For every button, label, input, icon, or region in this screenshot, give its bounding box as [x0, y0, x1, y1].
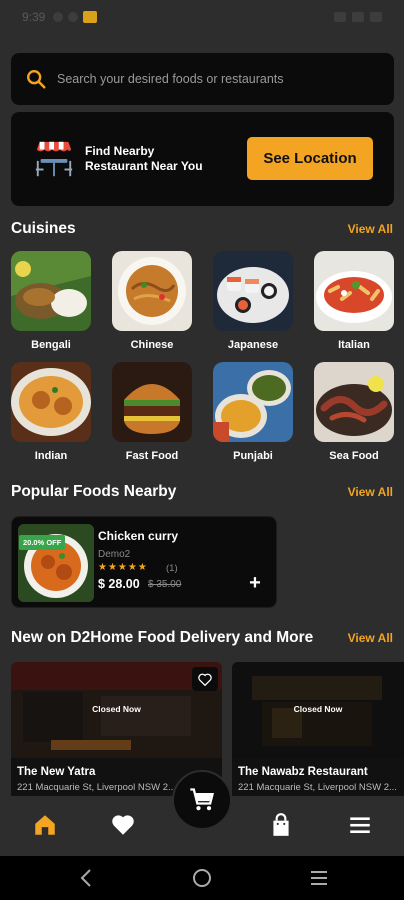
wifi-icon — [352, 12, 364, 22]
heart-icon[interactable] — [110, 812, 136, 838]
bag-icon[interactable] — [268, 812, 294, 838]
food-name: Chicken curry — [98, 529, 179, 543]
new-on-view-all-link[interactable]: View All — [348, 631, 393, 645]
restaurant-address: 221 Macquarie St, Liverpool NSW 2... — [17, 782, 176, 793]
popular-view-all-link[interactable]: View All — [348, 485, 393, 499]
notification-icon — [53, 12, 64, 22]
see-location-button[interactable]: See Location — [247, 137, 373, 180]
status-indicators — [334, 12, 382, 22]
cuisine-label: Italian — [338, 339, 370, 351]
closed-status: Closed Now — [293, 704, 343, 714]
cart-icon — [190, 788, 214, 811]
cuisine-label: Sea Food — [329, 450, 379, 462]
add-to-cart-button[interactable]: + — [244, 572, 266, 594]
cuisines-view-all-link[interactable]: View All — [348, 222, 393, 236]
food-price: $ 28.00 — [98, 577, 140, 591]
cuisine-image — [11, 251, 91, 331]
cuisine-image — [213, 362, 293, 442]
closed-status: Closed Now — [92, 704, 141, 714]
cuisine-item-sea-food[interactable]: Sea Food — [313, 362, 395, 462]
cuisine-item-italian[interactable]: Italian — [313, 251, 395, 351]
restaurant-name: The Nawabz Restaurant — [238, 766, 368, 778]
cuisines-title: Cuisines — [11, 220, 76, 237]
heart-icon — [198, 673, 212, 686]
nearby-banner-text: Find Nearby Restaurant Near You — [85, 144, 203, 173]
search-bar[interactable] — [11, 53, 394, 105]
cuisine-label: Indian — [34, 450, 68, 462]
cuisine-item-japanese[interactable]: Japanese — [212, 251, 294, 351]
cuisine-image — [112, 251, 192, 331]
restaurant-icon — [35, 141, 73, 177]
rating-count: (1) — [166, 563, 178, 574]
popular-title: Popular Foods Nearby — [11, 483, 177, 500]
cuisine-item-bengali[interactable]: Bengali — [10, 251, 92, 351]
rating-stars: ★★★★★ — [98, 562, 148, 573]
cuisine-item-fast-food[interactable]: Fast Food — [111, 362, 193, 462]
status-time: 9:39 — [22, 10, 46, 24]
cuisine-item-chinese[interactable]: Chinese — [111, 251, 193, 351]
discount-badge: 20.0% OFF — [19, 535, 66, 550]
status-notifications — [53, 11, 98, 23]
food-old-price: $ 35.00 — [148, 579, 182, 590]
restaurant-address: 221 Macquarie St, Liverpool NSW 2... — [238, 782, 397, 793]
cuisine-image — [314, 362, 394, 442]
food-restaurant: Demo2 — [98, 549, 131, 560]
new-on-title: New on D2Home Food Delivery and More — [11, 629, 314, 646]
cuisine-item-indian[interactable]: Indian — [10, 362, 92, 462]
restaurant-name: The New Yatra — [17, 766, 96, 778]
search-icon — [27, 70, 46, 89]
home-circle-icon[interactable] — [190, 866, 214, 890]
cuisine-item-punjabi[interactable]: Punjabi — [212, 362, 294, 462]
signal-icon — [334, 12, 346, 22]
cuisine-image — [314, 251, 394, 331]
status-bar: 9:39 — [0, 0, 404, 34]
cuisine-label: Bengali — [31, 339, 71, 351]
system-navigation-bar — [0, 856, 404, 900]
cuisine-image — [112, 362, 192, 442]
cuisine-image — [11, 362, 91, 442]
back-icon[interactable] — [75, 866, 99, 890]
home-icon[interactable] — [32, 812, 58, 838]
cuisine-label: Fast Food — [125, 450, 179, 462]
search-input[interactable] — [57, 72, 377, 86]
recents-icon[interactable] — [307, 866, 331, 890]
cuisine-label: Punjabi — [233, 450, 273, 462]
cuisine-label: Chinese — [130, 339, 174, 351]
restaurant-card[interactable]: Closed Now The Nawabz Restaurant 221 Mac… — [232, 662, 404, 800]
battery-icon — [370, 12, 382, 22]
favorite-button[interactable] — [192, 667, 218, 691]
cuisine-image — [213, 251, 293, 331]
menu-icon[interactable] — [347, 812, 373, 838]
food-card[interactable]: 20.0% OFF Chicken curry Demo2 ★★★★★ (1) … — [11, 516, 277, 608]
notification-icon — [68, 12, 79, 22]
nearby-restaurant-banner: Find Nearby Restaurant Near You See Loca… — [11, 112, 394, 206]
app-notification-icon — [83, 11, 98, 23]
cuisine-label: Japanese — [227, 339, 279, 351]
cart-button[interactable] — [172, 770, 232, 830]
